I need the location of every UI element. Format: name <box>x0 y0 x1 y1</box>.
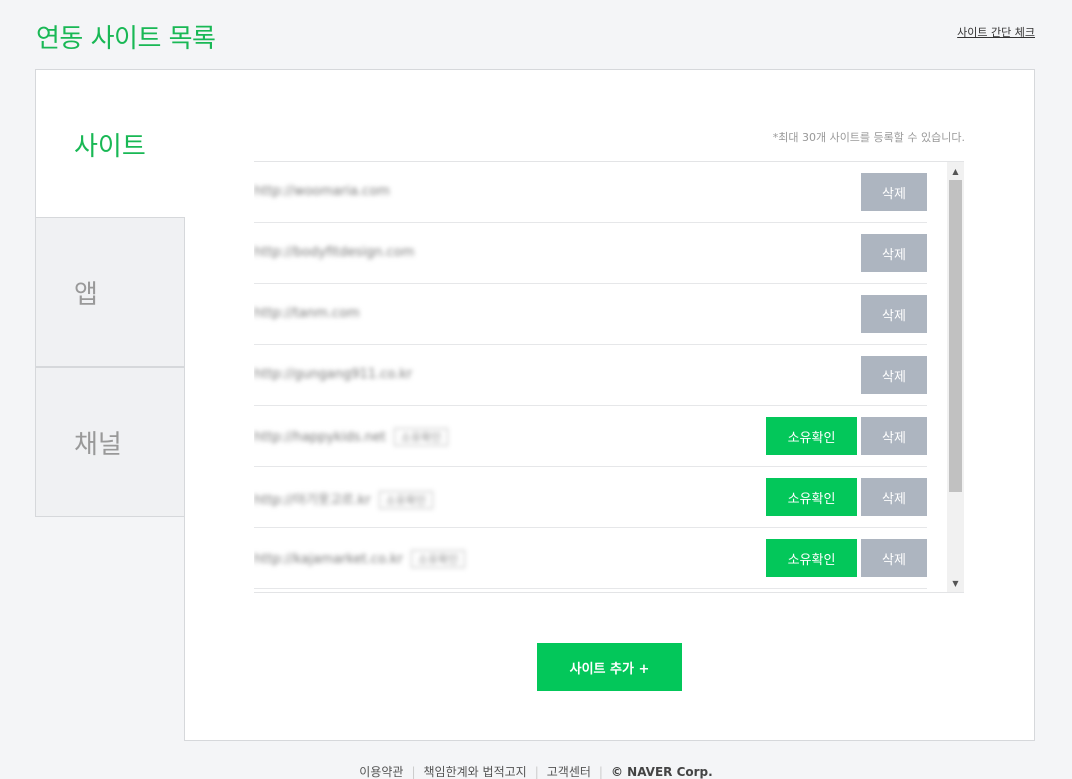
delete-button[interactable]: 삭제 <box>861 173 927 211</box>
delete-button[interactable]: 삭제 <box>861 478 927 516</box>
footer-divider: | <box>411 765 416 779</box>
footer-terms-link[interactable]: 이용약관 <box>359 765 403 779</box>
site-row: http://tanm.com 삭제 <box>254 284 927 345</box>
copyright: © NAVER Corp. <box>610 765 713 779</box>
footer-support-link[interactable]: 고객센터 <box>547 765 591 779</box>
owner-check-button[interactable]: 소유확인 <box>766 539 857 577</box>
tab-site[interactable]: 사이트 <box>35 69 185 217</box>
site-row: http://bodyfitdesign.com 삭제 <box>254 223 927 284</box>
tab-site-label: 사이트 <box>74 132 146 162</box>
site-panel: 사이트 앱 채널 *최대 30개 사이트를 등록할 수 있습니다. http:/… <box>35 69 1035 741</box>
site-url: http://happykids.net 소유확인 <box>254 428 449 446</box>
unverified-tag: 소유확인 <box>378 491 434 509</box>
scroll-thumb[interactable] <box>949 180 962 492</box>
page-title: 연동 사이트 목록 <box>36 24 216 54</box>
delete-button[interactable]: 삭제 <box>861 356 927 394</box>
list-scrollbar[interactable]: ▲ ▼ <box>947 162 964 592</box>
delete-button[interactable]: 삭제 <box>861 539 927 577</box>
delete-button[interactable]: 삭제 <box>861 295 927 333</box>
tab-app[interactable]: 앱 <box>35 217 185 367</box>
owner-check-button[interactable]: 소유확인 <box>766 478 857 516</box>
site-url: http://gungang911.co.kr <box>254 367 413 382</box>
tab-channel-label: 채널 <box>74 429 122 460</box>
scroll-down-arrow-icon[interactable]: ▼ <box>947 576 964 590</box>
site-url: http://woomaria.com <box>254 184 390 199</box>
site-list: http://woomaria.com 삭제 http://bodyfitdes… <box>254 161 964 593</box>
site-row: http://gungang911.co.kr 삭제 <box>254 345 927 406</box>
simple-check-link[interactable]: 사이트 간단 체크 <box>957 24 1035 40</box>
footer-divider: | <box>534 765 539 779</box>
add-site-button[interactable]: 사이트 추가 + <box>537 643 682 691</box>
site-row: http://woomaria.com 삭제 <box>254 162 927 223</box>
footer-divider: | <box>598 765 603 779</box>
scroll-up-arrow-icon[interactable]: ▲ <box>947 164 964 178</box>
site-url: http://tanm.com <box>254 306 360 321</box>
delete-button[interactable]: 삭제 <box>861 417 927 455</box>
tab-app-label: 앱 <box>74 279 98 310</box>
delete-button[interactable]: 삭제 <box>861 234 927 272</box>
footer-disclaimer-link[interactable]: 책임한계와 법적고지 <box>424 765 527 779</box>
owner-check-button[interactable]: 소유확인 <box>766 417 857 455</box>
site-row: http://happykids.net 소유확인 소유확인 삭제 <box>254 406 927 467</box>
site-url: http://bodyfitdesign.com <box>254 245 415 260</box>
unverified-tag: 소유확인 <box>410 550 466 568</box>
site-row: http://아기옷고르.kr 소유확인 소유확인 삭제 <box>254 467 927 528</box>
site-row: http://kajamarket.co.kr 소유확인 소유확인 삭제 <box>254 528 927 589</box>
tab-channel[interactable]: 채널 <box>35 367 185 517</box>
unverified-tag: 소유확인 <box>393 428 449 446</box>
footer: 이용약관 | 책임한계와 법적고지 | 고객센터 | © NAVER Corp. <box>0 763 1072 779</box>
site-url: http://아기옷고르.kr 소유확인 <box>254 489 434 509</box>
site-url: http://kajamarket.co.kr 소유확인 <box>254 550 466 568</box>
site-limit-note: *최대 30개 사이트를 등록할 수 있습니다. <box>772 131 965 144</box>
